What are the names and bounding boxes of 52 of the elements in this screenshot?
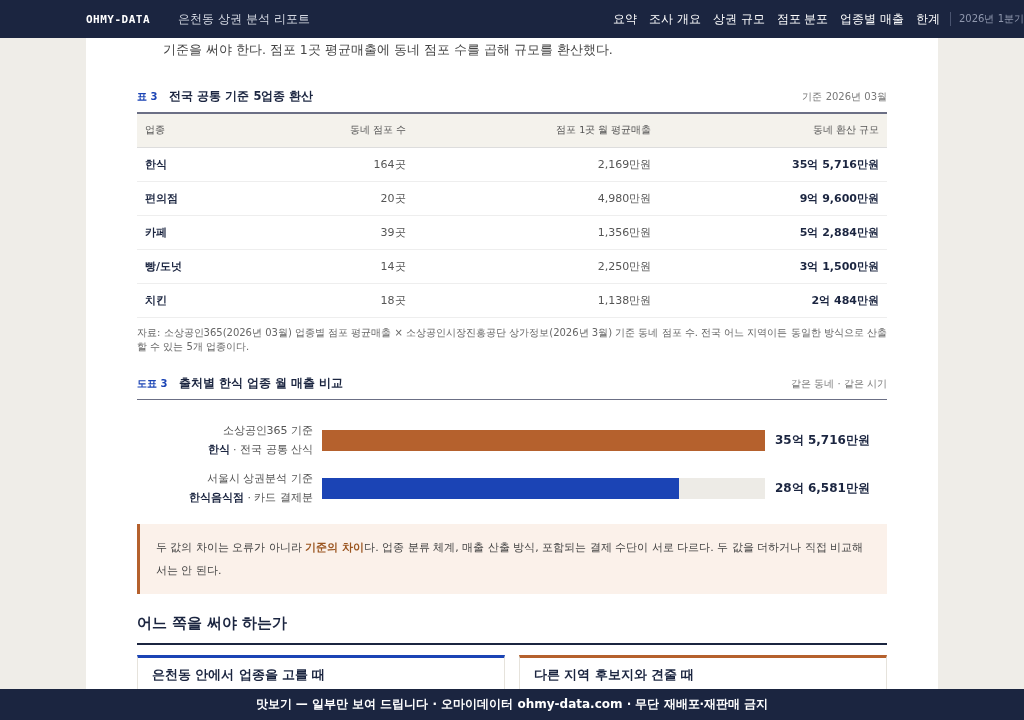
section-heading: 어느 쪽을 써야 하는가: [137, 614, 887, 645]
card-title: 은천동 안에서 업종을 고를 때: [152, 667, 326, 682]
bar-sublabel: 한식 · 전국 공통 산식: [207, 442, 313, 458]
nav-link[interactable]: 조사 개요: [649, 11, 702, 27]
report-title: 은천동 상권 분석 리포트: [178, 10, 310, 28]
column-header: 동네 환산 규모: [659, 114, 887, 148]
nav-link[interactable]: 업종별 매출: [840, 11, 904, 27]
footer-text: 맛보기 — 일부만 보여 드립니다 · 오마이데이터 ohmy-data.com · 무단 재배포·재판매 금지: [255, 696, 769, 713]
table-cell: 164곳: [254, 147, 414, 182]
table-cell: 20곳: [254, 181, 414, 216]
value-label: 28억 6,581만원: [775, 479, 870, 497]
table-cell: 편의점: [137, 181, 255, 216]
table-cell: 5억 2,884만원: [659, 215, 887, 250]
column-header: 업종: [137, 114, 255, 148]
table-cell: 9억 9,600만원: [659, 181, 887, 216]
table-cell: 18곳: [254, 283, 414, 318]
table-cell: 한식: [137, 147, 255, 182]
table-cell: 카페: [137, 215, 255, 250]
bar-label: 서울시 상권분석 기준: [207, 471, 313, 487]
nav-link[interactable]: 상권 규모: [713, 11, 765, 27]
nav-link[interactable]: 한계: [916, 11, 940, 27]
table-cell: 39곳: [254, 215, 414, 250]
figure-title: 출처별 한식 업종 월 매출 비교: [179, 376, 344, 391]
table-cell: 3억 1,500만원: [659, 249, 887, 284]
callout-text: 두 값의 차이는 오류가 아니라 기준의 차이다. 업종 분류 체계, 매출 산출 방식, 포함되는 결제 수단이 서로 다르다. 두 값을 더하거나 직접 비교해서는 안 된다.: [156, 540, 865, 579]
figure-meta: 같은 동네 · 같은 시기: [791, 377, 887, 391]
table-title: 전국 공통 기준 5업종 환산: [169, 89, 314, 104]
table-cell: 4,980만원: [413, 181, 660, 216]
table-cell: 2억 484만원: [659, 283, 887, 318]
source-note: 자료: 소상공인365(2026년 03월) 업종별 점포 평균매출 × 소상공인시장진흥공단 상가정보(2026년 3월) 기준 동네 점포 수. 전국 어느 지역이든 동일한 방식으로 산출할 수 있는 5개 업종이다.: [137, 326, 887, 354]
intro-text: 기준을 써야 한다. 점포 1곳 평균매출에 동네 점포 수를 곱해 규모를 환산했다.: [163, 41, 614, 59]
card-title: 다른 지역 후보지와 견줄 때: [534, 667, 695, 682]
column-header: 점포 1곳 월 평균매출: [413, 114, 660, 148]
table-cell: 14곳: [254, 249, 414, 284]
period-label: 2026년 1분기: [950, 12, 1024, 26]
bar-sublabel: 한식음식점 · 카드 결제분: [189, 490, 313, 506]
table-cell: 치킨: [137, 283, 255, 318]
value-label: 35억 5,716만원: [775, 431, 870, 449]
table-cell: 35억 5,716만원: [659, 147, 887, 182]
table-cell: 빵/도넛: [137, 249, 255, 284]
table-label: 표 3: [137, 90, 158, 104]
table-cell: 2,169만원: [413, 147, 660, 182]
figure-label: 도표 3: [137, 377, 168, 391]
nav-link[interactable]: 점포 분포: [776, 11, 829, 27]
table-cell: 1,138만원: [413, 283, 660, 318]
brand-logo[interactable]: OHMY-DATA: [86, 12, 151, 26]
nav-link[interactable]: 요약: [613, 11, 638, 27]
bar-label: 소상공인365 기준: [222, 423, 313, 439]
table-meta: 기준 2026년 03월: [802, 90, 887, 104]
table-cell: 1,356만원: [413, 215, 660, 250]
table-cell: 2,250만원: [413, 249, 660, 284]
column-header: 동네 점포 수: [254, 114, 414, 148]
